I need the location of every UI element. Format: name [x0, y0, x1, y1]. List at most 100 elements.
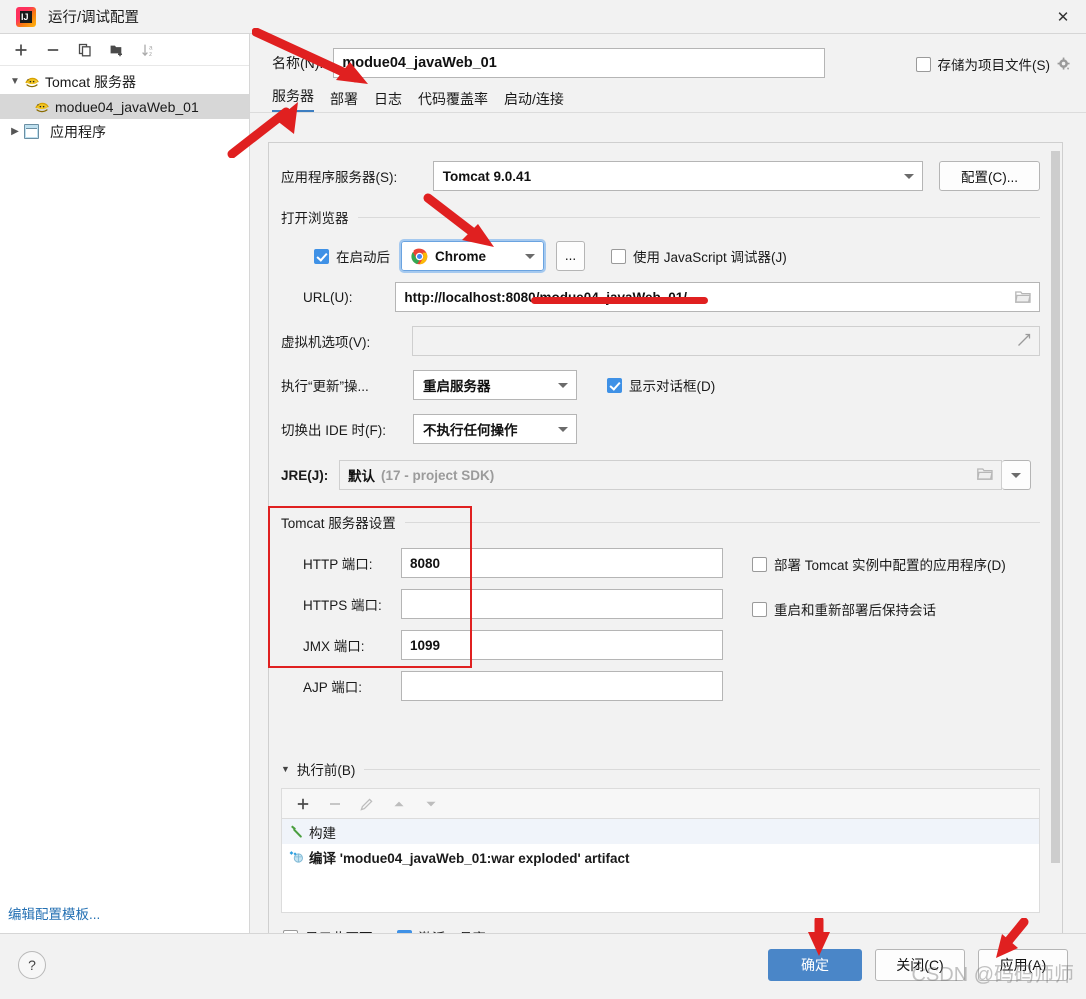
- vm-options-label: 虚拟机选项(V):: [281, 335, 371, 350]
- tab-0[interactable]: 服务器: [272, 86, 314, 113]
- tomcat-port-input[interactable]: [401, 589, 723, 619]
- tomcat-ports-list: HTTP 端口: 8080 HTTPS 端口: JMX 端口: 1099 AJP 端口:: [281, 548, 723, 712]
- chevron-down-icon: [896, 162, 922, 190]
- copy-configuration-button[interactable]: [70, 36, 100, 64]
- tomcat-port-input[interactable]: 8080: [401, 548, 723, 578]
- before-launch-toolbar: [281, 788, 1040, 818]
- deploy-apps-checkbox[interactable]: [752, 556, 767, 572]
- tomcat-port-value: 8080: [410, 555, 441, 571]
- tree-item-configuration[interactable]: modue04_javaWeb_01: [0, 94, 249, 119]
- edit-task-button[interactable]: [352, 790, 382, 818]
- chevron-down-icon[interactable]: ▼: [6, 73, 24, 91]
- before-launch-task-list[interactable]: 构建编译 'modue04_javaWeb_01:war exploded' a…: [281, 818, 1040, 913]
- url-label: URL(U):: [303, 289, 353, 305]
- tomcat-settings-body: HTTP 端口: 8080 HTTPS 端口: JMX 端口: 1099 AJP 端口: …: [281, 548, 1040, 712]
- content-scrollbar[interactable]: [1051, 151, 1060, 863]
- configuration-name-input[interactable]: modue04_javaWeb_01: [333, 48, 826, 78]
- on-update-combobox[interactable]: 重启服务器: [413, 370, 577, 400]
- edit-configuration-templates-link[interactable]: 编辑配置模板...: [8, 903, 100, 923]
- tree-item-group[interactable]: ▼ Tomcat 服务器: [0, 69, 249, 94]
- apply-button[interactable]: 应用(A): [978, 949, 1068, 981]
- frame-deactivation-value: 不执行任何操作: [423, 423, 518, 438]
- javascript-debugger-label: 使用 JavaScript 调试器(J): [633, 250, 787, 265]
- move-up-button[interactable]: [384, 790, 414, 818]
- configuration-main-panel: 名称(N): modue04_javaWeb_01 存储为项目文件(S) 服务器…: [250, 34, 1086, 968]
- before-launch-item-label: 编译 'modue04_javaWeb_01:war exploded' art…: [309, 850, 630, 866]
- browse-browser-button[interactable]: ...: [556, 241, 585, 271]
- new-folder-button[interactable]: [102, 36, 132, 64]
- before-launch-item-label: 构建: [309, 825, 336, 841]
- tab-4[interactable]: 启动/连接: [504, 89, 564, 113]
- ok-button[interactable]: 确定: [768, 949, 862, 981]
- tab-1[interactable]: 部署: [330, 89, 358, 113]
- expand-icon[interactable]: [1017, 333, 1031, 350]
- application-server-combobox[interactable]: Tomcat 9.0.41: [432, 161, 924, 191]
- collapse-icon[interactable]: ▼: [281, 764, 290, 774]
- chevron-right-icon[interactable]: ▶: [6, 123, 24, 141]
- on-update-value: 重启服务器: [423, 379, 491, 394]
- url-input[interactable]: http://localhost:8080/modue04_javaWeb_01…: [395, 282, 1040, 312]
- url-value: http://localhost:8080/modue04_javaWeb_01…: [404, 289, 688, 305]
- open-browser-group-title: 打开浏览器: [281, 207, 1040, 227]
- configuration-content-scroll: 应用程序服务器(S): Tomcat 9.0.41 配置(C)... 打开浏览器…: [268, 142, 1063, 968]
- tomcat-port-label: HTTPS 端口:: [303, 598, 382, 613]
- chevron-down-icon: [517, 242, 543, 270]
- chrome-icon: [411, 248, 428, 265]
- folder-icon[interactable]: [1015, 290, 1031, 307]
- on-update-label: 执行“更新”操...: [281, 379, 369, 394]
- before-launch-item[interactable]: 构建: [282, 819, 1039, 844]
- javascript-debugger-checkbox[interactable]: [611, 248, 626, 264]
- before-launch-panel: 构建编译 'modue04_javaWeb_01:war exploded' a…: [281, 788, 1040, 913]
- add-task-button[interactable]: [288, 790, 318, 818]
- show-dialog-checkbox[interactable]: [607, 377, 622, 393]
- jre-dropdown-button[interactable]: [1002, 460, 1031, 490]
- jre-label: JRE(J):: [281, 467, 329, 483]
- tree-item-group[interactable]: ▶ 应用程序: [0, 119, 249, 144]
- preserve-sessions-row: 重启和重新部署后保持会话: [752, 599, 1006, 619]
- tab-3[interactable]: 代码覆盖率: [418, 89, 488, 113]
- configuration-tabs: 服务器 部署 日志 代码覆盖率 启动/连接: [250, 87, 1086, 113]
- tomcat-port-input[interactable]: [401, 671, 723, 701]
- tomcat-settings-group: Tomcat 服务器设置 HTTP 端口: 8080 HTTPS 端口: JMX 端口…: [281, 512, 1040, 712]
- frame-deactivation-combobox[interactable]: 不执行任何操作: [413, 414, 577, 444]
- gear-icon[interactable]: [1057, 57, 1072, 72]
- tomcat-port-row: HTTPS 端口:: [281, 589, 723, 619]
- close-icon[interactable]: ✕: [1040, 0, 1086, 33]
- preserve-sessions-checkbox[interactable]: [752, 601, 767, 617]
- tab-2[interactable]: 日志: [374, 89, 402, 113]
- before-launch-item[interactable]: 编译 'modue04_javaWeb_01:war exploded' art…: [282, 844, 1039, 869]
- browser-value: Chrome: [435, 248, 487, 264]
- window-title-bar: IJ 运行/调试配置 ✕: [0, 0, 1086, 34]
- deploy-apps-label: 部署 Tomcat 实例中配置的应用程序(D): [774, 558, 1006, 573]
- application-server-value: Tomcat 9.0.41: [442, 168, 532, 184]
- application-group-icon: [24, 124, 45, 139]
- configurations-sidebar: a z ▼ Tomcat 服务器 modue04_javaWeb_01 ▶ 应用程序 编…: [0, 34, 250, 933]
- close-button[interactable]: 关闭(C): [875, 949, 965, 981]
- tree-item-label: 应用程序: [50, 123, 106, 140]
- tomcat-port-input[interactable]: 1099: [401, 630, 723, 660]
- folder-icon[interactable]: [977, 467, 993, 484]
- tomcat-settings-group-title: Tomcat 服务器设置: [281, 512, 1040, 532]
- artifact-icon: [289, 849, 304, 864]
- browser-combobox[interactable]: Chrome: [399, 239, 546, 273]
- show-dialog-label: 显示对话框(D): [629, 379, 716, 394]
- tomcat-settings-checkboxes: 部署 Tomcat 实例中配置的应用程序(D) 重启和重新部署后保持会话: [752, 548, 1006, 712]
- tomcat-port-row: HTTP 端口: 8080: [281, 548, 723, 578]
- sort-configurations-button[interactable]: a z: [134, 36, 164, 64]
- add-configuration-button[interactable]: [6, 36, 36, 64]
- move-down-button[interactable]: [416, 790, 446, 818]
- remove-task-button[interactable]: [320, 790, 350, 818]
- jre-input[interactable]: 默认 (17 - project SDK): [339, 460, 1002, 490]
- store-as-project-file-checkbox[interactable]: [915, 56, 931, 72]
- before-launch-group-label: 执行前(B): [296, 763, 356, 778]
- tree-item-label: modue04_javaWeb_01: [55, 98, 199, 115]
- after-launch-checkbox[interactable]: [314, 248, 329, 264]
- configure-server-button[interactable]: 配置(C)...: [939, 161, 1040, 191]
- help-button[interactable]: ?: [18, 951, 46, 979]
- intellij-idea-icon: IJ: [16, 6, 36, 27]
- vm-options-input[interactable]: [412, 326, 1040, 356]
- before-launch-group-title[interactable]: ▼ 执行前(B): [281, 759, 1040, 779]
- remove-configuration-button[interactable]: [38, 36, 68, 64]
- on-update-row: 执行“更新”操... 重启服务器 显示对话框(D): [281, 370, 1040, 400]
- chevron-down-icon: [550, 415, 576, 443]
